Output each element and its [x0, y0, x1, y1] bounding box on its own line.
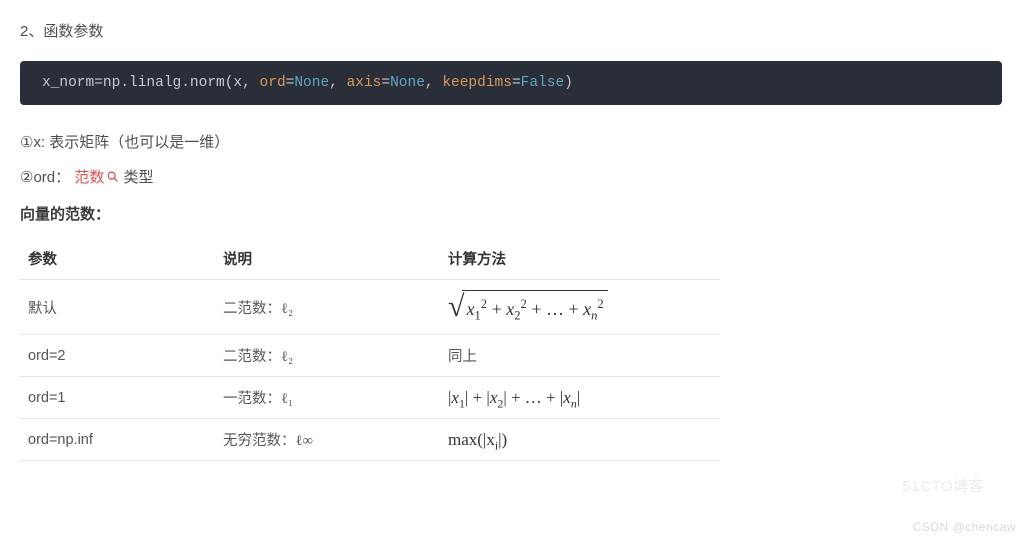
param-line-x: ①x: 表示矩阵（也可以是一维）	[20, 131, 1002, 152]
formula-sqrt-sumsq: √ x12 + x22 + … + xn2	[448, 290, 608, 324]
cell-desc: 无穷范数：ℓ∞	[215, 419, 440, 461]
cell-calc: max(|xi|)	[440, 419, 720, 461]
watermark-bottom: CSDN @chencaw	[913, 520, 1016, 534]
formula-max-abs: max(|xi|)	[448, 430, 507, 449]
table-row: ord=1 一范数：ℓ₁ |x1| + |x2| + … + |xn|	[20, 377, 720, 419]
cell-calc: 同上	[440, 335, 720, 377]
col-desc: 说明	[215, 238, 440, 280]
norm-table: 参数 说明 计算方法 默认 二范数：ℓ₂ √ x12 + x22 + … + x…	[20, 238, 720, 461]
table-row: ord=2 二范数：ℓ₂ 同上	[20, 335, 720, 377]
watermark-side: 51CTO博客	[902, 475, 984, 496]
cell-param: ord=2	[20, 335, 215, 377]
section-heading: 2、函数参数	[20, 20, 1002, 41]
cell-desc: 一范数：ℓ₁	[215, 377, 440, 419]
cell-param: 默认	[20, 280, 215, 335]
code-token-param: ord	[260, 75, 286, 91]
code-token: =	[381, 75, 390, 91]
ord-link[interactable]: 范数	[74, 166, 119, 187]
code-block: x_norm=np.linalg.norm(x, ord=None, axis=…	[20, 61, 1002, 105]
table-row: 默认 二范数：ℓ₂ √ x12 + x22 + … + xn2	[20, 280, 720, 335]
code-token-param: keepdims	[442, 75, 512, 91]
table-header-row: 参数 说明 计算方法	[20, 238, 720, 280]
param-text: ②ord：	[20, 169, 70, 186]
code-token-value: None	[390, 75, 425, 91]
code-token-value: None	[294, 75, 329, 91]
code-token-param: axis	[347, 75, 382, 91]
code-token: ,	[425, 75, 442, 91]
col-param: 参数	[20, 238, 215, 280]
vector-norm-heading: 向量的范数：	[20, 203, 1002, 224]
param-text: ①x: 表示矩阵（也可以是一维）	[20, 134, 229, 151]
col-calc: 计算方法	[440, 238, 720, 280]
cell-desc: 二范数：ℓ₂	[215, 280, 440, 335]
cell-calc: |x1| + |x2| + … + |xn|	[440, 377, 720, 419]
search-icon	[106, 170, 119, 183]
code-token: x_norm=np.linalg.norm(x,	[42, 75, 260, 91]
param-line-ord: ②ord： 范数 类型	[20, 166, 1002, 187]
cell-param: ord=np.inf	[20, 419, 215, 461]
ord-link-text: 范数	[74, 166, 104, 187]
cell-calc: √ x12 + x22 + … + xn2	[440, 280, 720, 335]
code-token: =	[512, 75, 521, 91]
cell-desc: 二范数：ℓ₂	[215, 335, 440, 377]
code-token: )	[564, 75, 573, 91]
code-token: ,	[329, 75, 346, 91]
param-text: 类型	[124, 169, 154, 186]
table-row: ord=np.inf 无穷范数：ℓ∞ max(|xi|)	[20, 419, 720, 461]
cell-param: ord=1	[20, 377, 215, 419]
code-token-value: False	[521, 75, 565, 91]
formula-sum-abs: |x1| + |x2| + … + |xn|	[448, 388, 580, 407]
